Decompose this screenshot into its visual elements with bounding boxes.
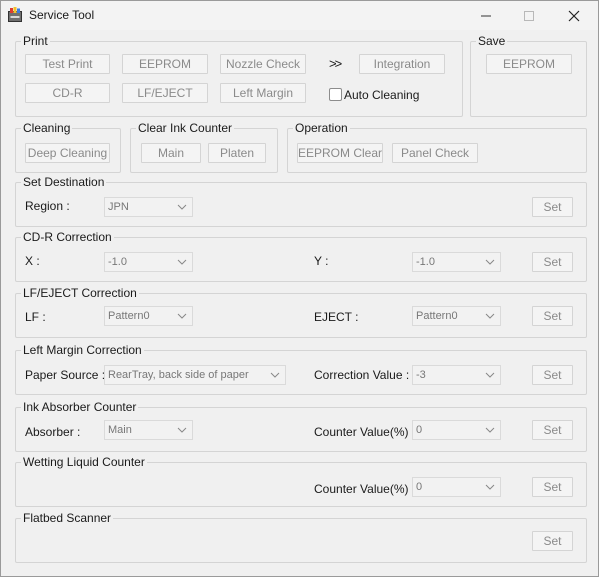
flatbed-scanner-set-button[interactable]: Set	[532, 531, 573, 551]
wetting-counter-value-label: Counter Value(%) :	[314, 482, 416, 496]
region-select-value: JPN	[108, 201, 129, 213]
lf-eject-correction-group: LF/EJECT Correction	[15, 286, 587, 338]
wetting-liquid-counter-group: Wetting Liquid Counter	[15, 455, 587, 507]
paper-source-value: RearTray, back side of paper	[108, 369, 249, 381]
lf-label: LF :	[25, 310, 46, 324]
deep-cleaning-button[interactable]: Deep Cleaning	[25, 143, 110, 163]
absorber-counter-value-select[interactable]: 0	[412, 420, 501, 440]
window-title: Service Tool	[29, 8, 95, 22]
set-destination-title: Set Destination	[21, 175, 107, 189]
left-margin-button[interactable]: Left Margin	[220, 83, 306, 103]
cdr-correction-group: CD-R Correction	[15, 230, 587, 282]
chevron-down-icon	[270, 372, 280, 378]
chevron-down-icon	[485, 313, 495, 319]
eeprom-clear-button[interactable]: EEPROM Clear	[297, 143, 383, 163]
service-tool-window: Service Tool Print Test Print EEPROM Noz…	[0, 0, 599, 577]
cleaning-group-title: Cleaning	[21, 121, 73, 135]
app-icon	[8, 7, 22, 22]
clear-ink-counter-title: Clear Ink Counter	[136, 121, 235, 135]
absorber-label: Absorber :	[25, 425, 81, 439]
chevron-down-icon	[485, 259, 495, 265]
wetting-counter-value: 0	[416, 481, 423, 493]
clear-main-button[interactable]: Main	[141, 143, 201, 163]
region-label: Region :	[25, 199, 70, 213]
auto-cleaning-checkbox[interactable]	[329, 88, 342, 101]
left-margin-correction-title: Left Margin Correction	[21, 343, 144, 357]
save-group: Save	[470, 34, 587, 117]
set-destination-group: Set Destination	[15, 175, 587, 227]
eeprom-print-button[interactable]: EEPROM	[122, 54, 208, 74]
cdr-x-select[interactable]: -1.0	[104, 252, 193, 272]
left-margin-correction-set-button[interactable]: Set	[532, 365, 573, 385]
absorber-counter-value: 0	[416, 424, 423, 436]
chevron-down-icon	[177, 204, 187, 210]
more-arrow: >>	[329, 56, 342, 71]
cdr-y-value: -1.0	[416, 256, 435, 268]
set-destination-set-button[interactable]: Set	[532, 197, 573, 217]
eeprom-save-button[interactable]: EEPROM	[486, 54, 572, 74]
print-group: Print	[15, 34, 463, 117]
lf-value: Pattern0	[108, 310, 150, 322]
chevron-down-icon	[177, 313, 187, 319]
ink-absorber-set-button[interactable]: Set	[532, 420, 573, 440]
region-select[interactable]: JPN	[104, 197, 193, 217]
cdr-correction-title: CD-R Correction	[21, 230, 114, 244]
nozzle-check-button[interactable]: Nozzle Check	[220, 54, 306, 74]
correction-value-label: Correction Value :	[314, 368, 410, 382]
lf-select[interactable]: Pattern0	[104, 306, 193, 326]
correction-value-select[interactable]: -3	[412, 365, 501, 385]
title-bar: Service Tool	[1, 1, 598, 30]
lf-eject-correction-title: LF/EJECT Correction	[21, 286, 139, 300]
eject-value: Pattern0	[416, 310, 458, 322]
panel-check-button[interactable]: Panel Check	[392, 143, 478, 163]
chevron-down-icon	[485, 372, 495, 378]
cdr-y-label: Y :	[314, 254, 329, 268]
cdr-x-value: -1.0	[108, 256, 127, 268]
lf-eject-correction-set-button[interactable]: Set	[532, 306, 573, 326]
absorber-value: Main	[108, 424, 132, 436]
save-group-title: Save	[476, 34, 508, 48]
cdr-button[interactable]: CD-R	[25, 83, 110, 103]
flatbed-scanner-group: Flatbed Scanner	[15, 511, 587, 563]
print-group-title: Print	[21, 34, 50, 48]
eject-label: EJECT :	[314, 310, 359, 324]
flatbed-scanner-title: Flatbed Scanner	[21, 511, 114, 525]
chevron-down-icon	[177, 259, 187, 265]
minimize-button[interactable]	[463, 1, 508, 30]
wetting-liquid-set-button[interactable]: Set	[532, 477, 573, 497]
minimize-icon	[480, 15, 491, 16]
correction-value: -3	[416, 369, 426, 381]
cdr-y-select[interactable]: -1.0	[412, 252, 501, 272]
maximize-icon	[523, 10, 534, 21]
wetting-counter-value-select[interactable]: 0	[412, 477, 501, 497]
lf-eject-button[interactable]: LF/EJECT	[122, 83, 208, 103]
auto-cleaning-label: Auto Cleaning	[344, 88, 420, 102]
ink-absorber-counter-group: Ink Absorber Counter	[15, 400, 587, 452]
operation-group-title: Operation	[293, 121, 350, 135]
absorber-counter-value-label: Counter Value(%) :	[314, 425, 416, 439]
integration-button[interactable]: Integration	[359, 54, 445, 74]
maximize-button[interactable]	[506, 1, 551, 30]
clear-platen-button[interactable]: Platen	[208, 143, 266, 163]
ink-absorber-counter-title: Ink Absorber Counter	[21, 400, 139, 414]
close-icon	[568, 10, 579, 21]
chevron-down-icon	[177, 427, 187, 433]
cdr-correction-set-button[interactable]: Set	[532, 252, 573, 272]
test-print-button[interactable]: Test Print	[25, 54, 110, 74]
cdr-x-label: X :	[25, 254, 40, 268]
paper-source-label: Paper Source :	[25, 368, 106, 382]
paper-source-select[interactable]: RearTray, back side of paper	[104, 365, 286, 385]
eject-select[interactable]: Pattern0	[412, 306, 501, 326]
chevron-down-icon	[485, 484, 495, 490]
wetting-liquid-counter-title: Wetting Liquid Counter	[21, 455, 147, 469]
absorber-select[interactable]: Main	[104, 420, 193, 440]
close-button[interactable]	[551, 1, 596, 30]
chevron-down-icon	[485, 427, 495, 433]
